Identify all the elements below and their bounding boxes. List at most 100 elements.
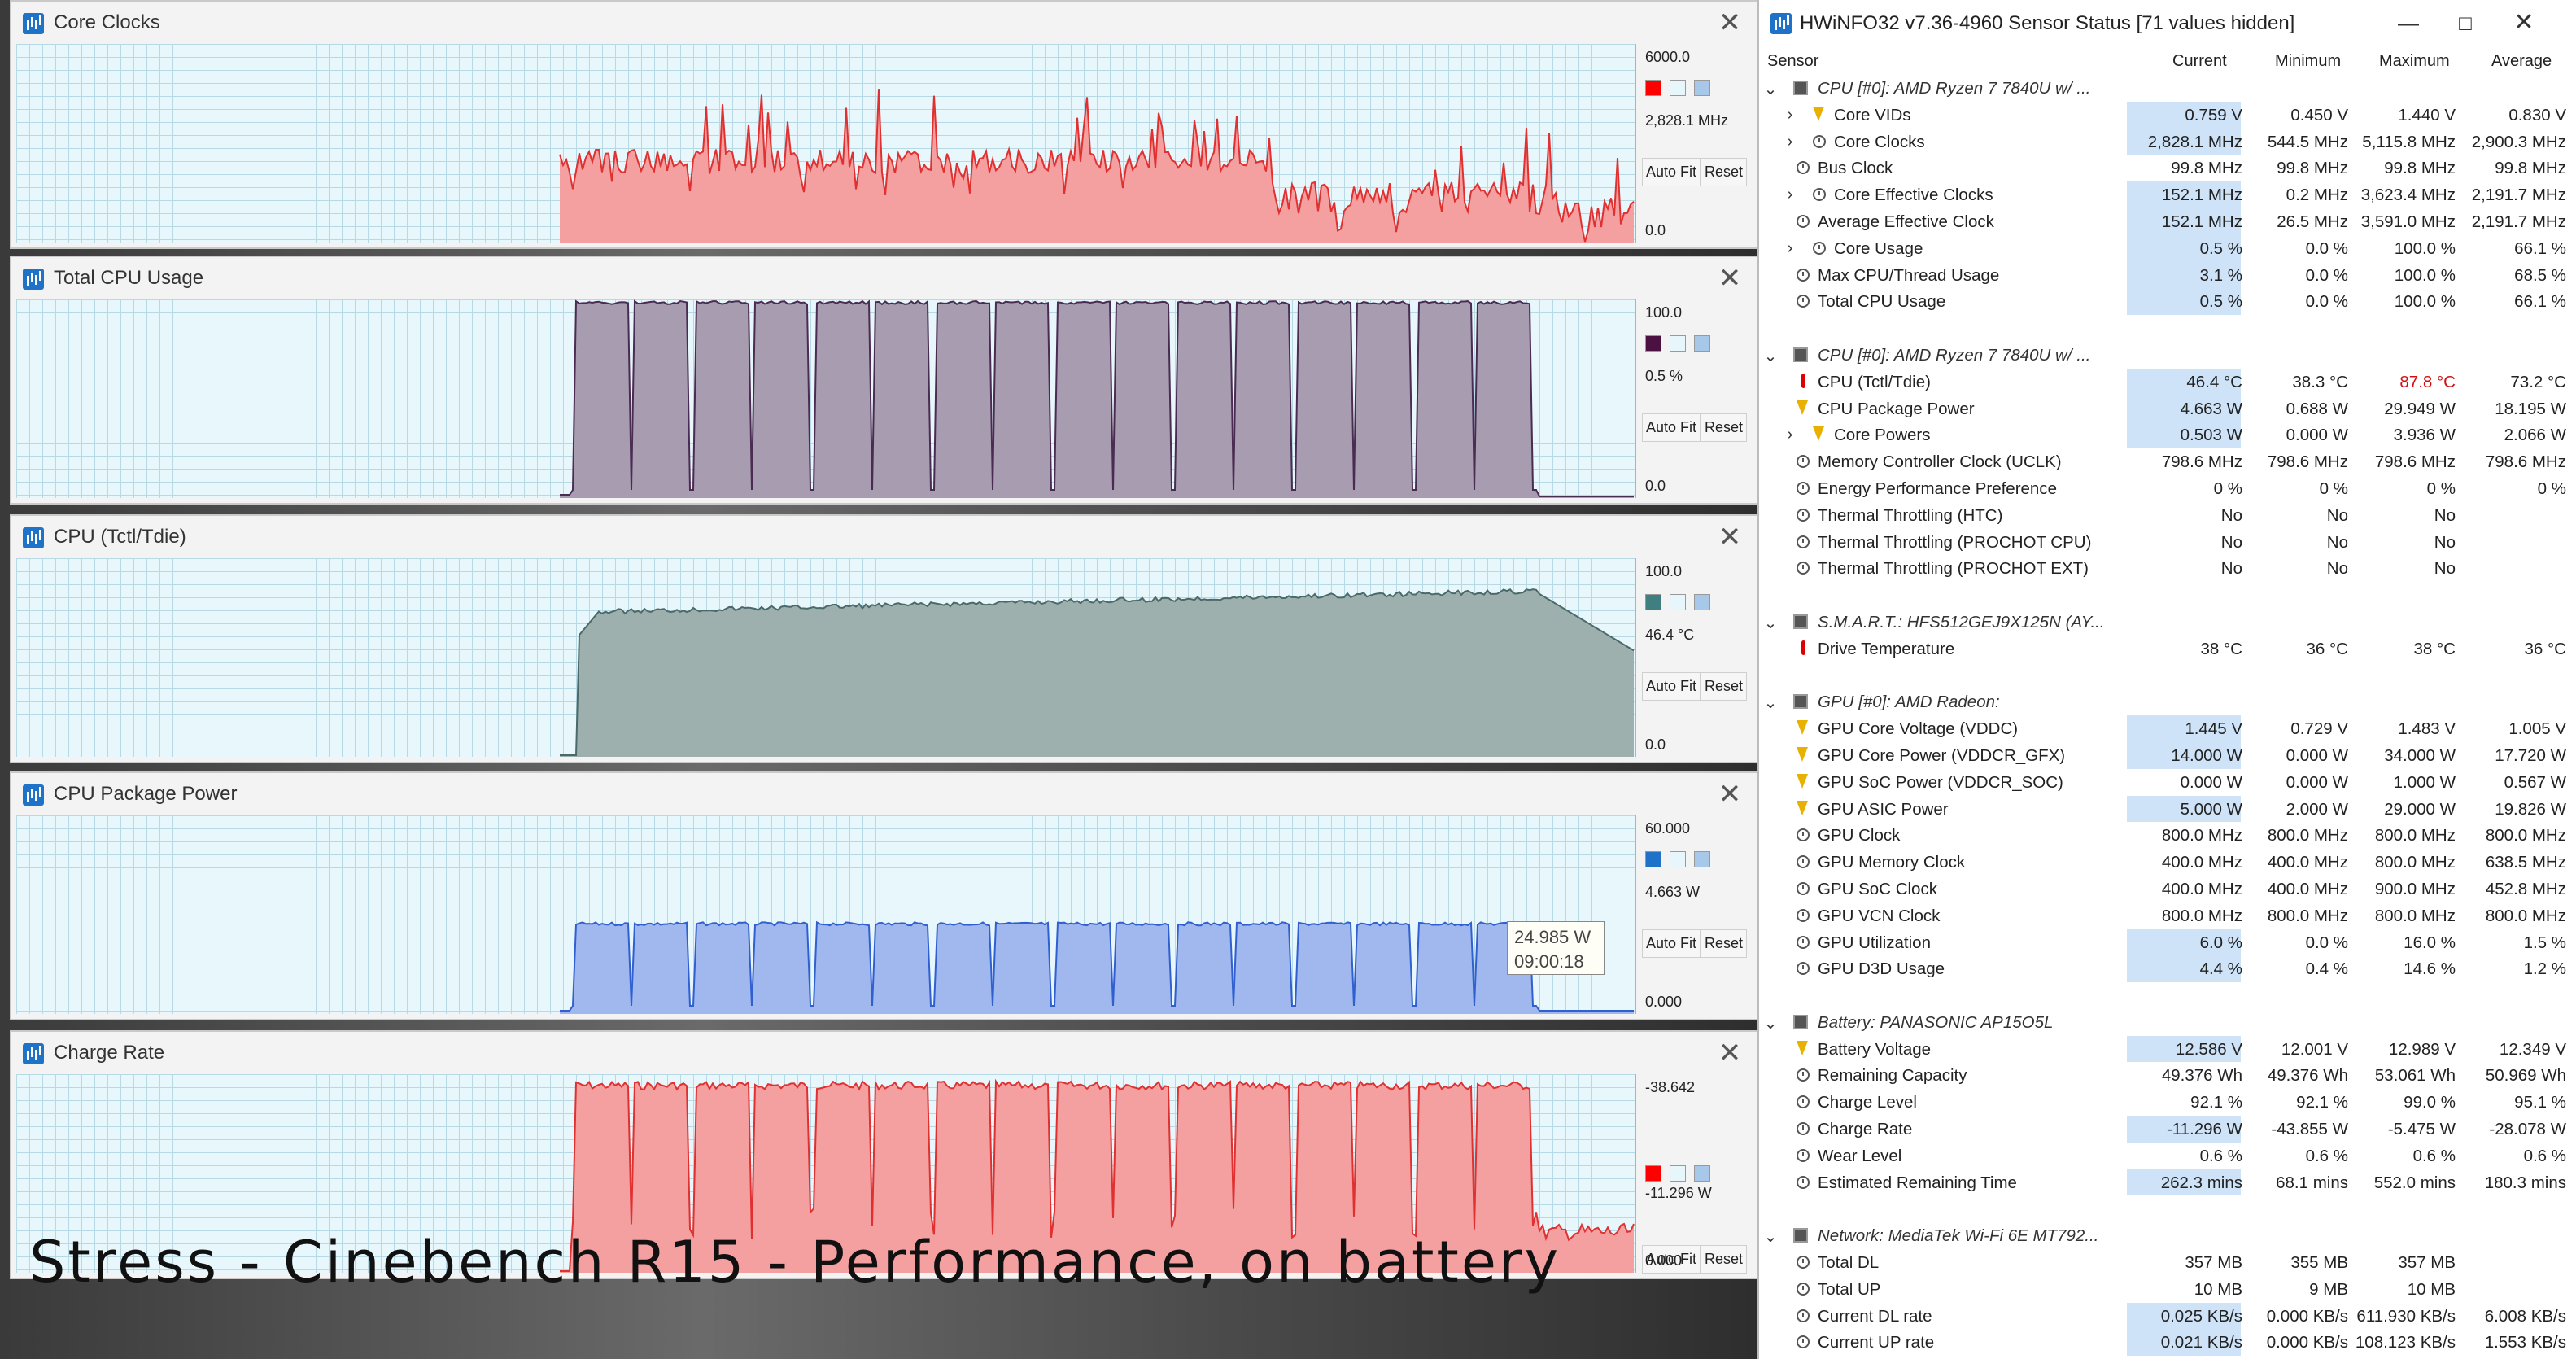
graph-bg-swatch[interactable] xyxy=(1670,335,1686,352)
maximize-button[interactable]: □ xyxy=(2441,7,2490,39)
graph-bg-swatch[interactable] xyxy=(1670,80,1686,96)
close-icon[interactable]: ✕ xyxy=(1714,1037,1746,1069)
graph-grid-swatch[interactable] xyxy=(1694,851,1710,867)
sensor-average: 18.195 W xyxy=(2495,399,2566,418)
sensor-current: 49.376 Wh xyxy=(2161,1066,2242,1086)
collapse-chevron-icon[interactable]: ⌄ xyxy=(1762,613,1779,633)
collapse-chevron-icon[interactable]: ⌄ xyxy=(1762,693,1779,713)
sensor-group[interactable]: ⌄ GPU [#0]: AMD Radeon: xyxy=(1759,688,2576,715)
graph-grid-swatch[interactable] xyxy=(1694,335,1710,352)
sensor-row[interactable]: GPU SoC Clock 400.0 MHz 400.0 MHz 900.0 … xyxy=(1759,876,2576,902)
sensor-row[interactable]: › Core Clocks 2,828.1 MHz 544.5 MHz 5,11… xyxy=(1759,128,2576,155)
expand-chevron-icon[interactable]: › xyxy=(1782,426,1798,444)
sensor-row[interactable]: Thermal Throttling (PROCHOT CPU) No No N… xyxy=(1759,529,2576,556)
sensor-row[interactable]: Thermal Throttling (PROCHOT EXT) No No N… xyxy=(1759,555,2576,582)
graph-bg-swatch[interactable] xyxy=(1670,1165,1686,1182)
sensor-row[interactable]: Battery Voltage 12.586 V 12.001 V 12.989… xyxy=(1759,1035,2576,1063)
reset-button[interactable]: Reset xyxy=(1701,672,1748,701)
collapse-chevron-icon[interactable]: ⌄ xyxy=(1762,346,1779,366)
col-minimum[interactable]: Minimum xyxy=(2275,52,2341,71)
graph-color-swatch[interactable] xyxy=(1645,80,1661,96)
sensor-row[interactable]: Total CPU Usage 0.5 % 0.0 % 100.0 % 66.1… xyxy=(1759,288,2576,316)
expand-chevron-icon[interactable]: › xyxy=(1782,239,1798,258)
collapse-chevron-icon[interactable]: ⌄ xyxy=(1762,1013,1779,1033)
sensor-row[interactable]: › Core Powers 0.503 W 0.000 W 3.936 W 2.… xyxy=(1759,422,2576,449)
sensor-row[interactable]: › Core VIDs 0.759 V 0.450 V 1.440 V 0.83… xyxy=(1759,101,2576,129)
graph-color-swatch[interactable] xyxy=(1645,335,1661,352)
sensor-row[interactable]: Average Effective Clock 152.1 MHz 26.5 M… xyxy=(1759,208,2576,235)
sensor-row[interactable]: GPU VCN Clock 800.0 MHz 800.0 MHz 800.0 … xyxy=(1759,902,2576,929)
sensor-row[interactable]: Current DL rate 0.025 KB/s 0.000 KB/s 61… xyxy=(1759,1302,2576,1330)
reset-button[interactable]: Reset xyxy=(1701,413,1748,442)
sensor-current: 10 MB xyxy=(2194,1279,2242,1299)
close-icon[interactable]: ✕ xyxy=(1714,778,1746,811)
sensor-row[interactable]: › Core Usage 0.5 % 0.0 % 100.0 % 66.1 % xyxy=(1759,234,2576,262)
sensor-group[interactable]: ⌄ S.M.A.R.T.: HFS512GEJ9X125N (AY... xyxy=(1759,609,2576,636)
sensor-row[interactable]: GPU Clock 800.0 MHz 800.0 MHz 800.0 MHz … xyxy=(1759,822,2576,849)
expand-chevron-icon[interactable]: › xyxy=(1782,186,1798,204)
sensor-row[interactable]: Memory Controller Clock (UCLK) 798.6 MHz… xyxy=(1759,448,2576,475)
sensor-row[interactable]: Charge Level 92.1 % 92.1 % 99.0 % 95.1 % xyxy=(1759,1089,2576,1116)
sensor-row[interactable]: GPU D3D Usage 4.4 % 0.4 % 14.6 % 1.2 % xyxy=(1759,955,2576,983)
sensor-group[interactable]: ⌄ Battery: PANASONIC AP15O5L xyxy=(1759,1009,2576,1036)
graph-bg-swatch[interactable] xyxy=(1670,594,1686,610)
graph-color-swatch[interactable] xyxy=(1645,1165,1661,1182)
minimize-button[interactable]: — xyxy=(2384,7,2433,39)
sensor-row[interactable]: Max CPU/Thread Usage 3.1 % 0.0 % 100.0 %… xyxy=(1759,261,2576,289)
sensor-row[interactable]: GPU ASIC Power 5.000 W 2.000 W 29.000 W … xyxy=(1759,795,2576,823)
sensor-row[interactable]: Thermal Throttling (HTC) No No No xyxy=(1759,502,2576,529)
auto-fit-button[interactable]: Auto Fit xyxy=(1642,158,1701,186)
sensor-row[interactable]: GPU Utilization 6.0 % 0.0 % 16.0 % 1.5 % xyxy=(1759,929,2576,956)
sensor-row[interactable]: Total UP 10 MB 9 MB 10 MB xyxy=(1759,1276,2576,1303)
auto-fit-button[interactable]: Auto Fit xyxy=(1642,413,1701,442)
sensor-row[interactable]: GPU Core Voltage (VDDC) 1.445 V 0.729 V … xyxy=(1759,715,2576,742)
close-icon[interactable]: ✕ xyxy=(1714,521,1746,553)
graph-color-swatch[interactable] xyxy=(1645,851,1661,867)
expand-chevron-icon[interactable]: › xyxy=(1782,133,1798,151)
sensor-row[interactable]: Wear Level 0.6 % 0.6 % 0.6 % 0.6 % xyxy=(1759,1143,2576,1169)
sensor-row[interactable]: Drive Temperature 38 °C 36 °C 38 °C 36 °… xyxy=(1759,636,2576,662)
close-button[interactable]: ✕ xyxy=(2500,7,2548,39)
collapse-chevron-icon[interactable]: ⌄ xyxy=(1762,1226,1779,1247)
sensor-row[interactable]: GPU Memory Clock 400.0 MHz 400.0 MHz 800… xyxy=(1759,849,2576,876)
sensor-row[interactable]: Charge Rate -11.296 W -43.855 W -5.475 W… xyxy=(1759,1116,2576,1143)
graph-max-label: -38.642 xyxy=(1645,1079,1696,1095)
graph-grid-swatch[interactable] xyxy=(1694,80,1710,96)
chip-icon xyxy=(1793,81,1808,95)
collapse-chevron-icon[interactable]: ⌄ xyxy=(1762,79,1779,99)
graph-grid-swatch[interactable] xyxy=(1694,1165,1710,1182)
sensor-current: 152.1 MHz xyxy=(2161,212,2242,231)
auto-fit-button[interactable]: Auto Fit xyxy=(1642,929,1701,958)
expand-chevron-icon[interactable]: › xyxy=(1782,106,1798,125)
sensor-row[interactable]: Energy Performance Preference 0 % 0 % 0 … xyxy=(1759,475,2576,502)
clock-icon xyxy=(1797,1148,1810,1162)
reset-button[interactable]: Reset xyxy=(1701,929,1748,958)
col-current[interactable]: Current xyxy=(2172,52,2227,71)
graph-color-swatch[interactable] xyxy=(1645,594,1661,610)
sensor-row[interactable]: GPU Core Power (VDDCR_GFX) 14.000 W 0.00… xyxy=(1759,741,2576,769)
reset-button[interactable]: Reset xyxy=(1701,158,1748,186)
graph-side-panel: -38.642 -11.296 W Auto Fit Reset 0.000 xyxy=(1642,1074,1764,1278)
sensor-row[interactable]: Estimated Remaining Time 262.3 mins 68.1… xyxy=(1759,1169,2576,1196)
sensor-row[interactable]: Bus Clock 99.8 MHz 99.8 MHz 99.8 MHz 99.… xyxy=(1759,155,2576,181)
col-sensor[interactable]: Sensor xyxy=(1767,52,1818,71)
sensor-row[interactable]: Total DL 357 MB 355 MB 357 MB xyxy=(1759,1249,2576,1276)
auto-fit-button[interactable]: Auto Fit xyxy=(1642,672,1701,701)
col-maximum[interactable]: Maximum xyxy=(2379,52,2450,71)
graph-grid-swatch[interactable] xyxy=(1694,594,1710,610)
reset-button[interactable]: Reset xyxy=(1701,1245,1748,1274)
sensor-row[interactable]: Remaining Capacity 49.376 Wh 49.376 Wh 5… xyxy=(1759,1062,2576,1089)
col-average[interactable]: Average xyxy=(2491,52,2552,71)
graph-bg-swatch[interactable] xyxy=(1670,851,1686,867)
sensor-row[interactable]: CPU Package Power 4.663 W 0.688 W 29.949… xyxy=(1759,395,2576,422)
close-icon[interactable]: ✕ xyxy=(1714,262,1746,295)
sensor-group[interactable]: ⌄ Network: MediaTek Wi-Fi 6E MT792... xyxy=(1759,1222,2576,1249)
sensor-group[interactable]: ⌄ CPU [#0]: AMD Ryzen 7 7840U w/ ... xyxy=(1759,342,2576,369)
sensor-row[interactable]: GPU SoC Power (VDDCR_SOC) 0.000 W 0.000 … xyxy=(1759,769,2576,796)
sensor-row[interactable]: › Core Effective Clocks 152.1 MHz 0.2 MH… xyxy=(1759,181,2576,208)
sensor-row[interactable]: Current UP rate 0.021 KB/s 0.000 KB/s 10… xyxy=(1759,1329,2576,1357)
sensor-group[interactable]: ⌄ CPU [#0]: AMD Ryzen 7 7840U w/ ... xyxy=(1759,75,2576,102)
close-icon[interactable]: ✕ xyxy=(1714,7,1746,39)
sensor-row[interactable]: CPU (Tctl/Tdie) 46.4 °C 38.3 °C 87.8 °C … xyxy=(1759,368,2576,395)
clock-icon xyxy=(1797,935,1810,949)
